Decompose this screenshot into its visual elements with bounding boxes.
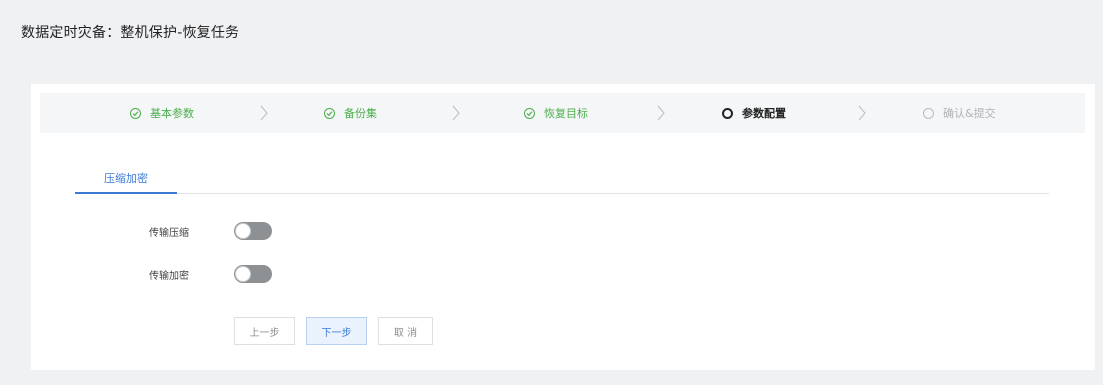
cancel-button[interactable]: 取 消 [378, 317, 433, 345]
circle-icon [722, 107, 733, 119]
step-backup-set[interactable]: 备份集 [324, 93, 377, 133]
circle-icon [923, 107, 934, 119]
next-step-button[interactable]: 下一步 [306, 317, 367, 345]
step-label: 基本参数 [150, 107, 194, 120]
transfer-compress-toggle[interactable] [234, 222, 272, 240]
step-bar: 基本参数 备份集 恢复目标 参数配置 确认&提交 [40, 93, 1085, 133]
chevron-right-icon [858, 105, 866, 121]
step-basic-params[interactable]: 基本参数 [130, 93, 194, 133]
toggle-knob [235, 223, 251, 239]
prev-step-button[interactable]: 上一步 [234, 317, 295, 345]
transfer-encrypt-label: 传输加密 [149, 271, 189, 282]
check-circle-icon [130, 107, 141, 119]
step-label: 备份集 [344, 107, 377, 120]
step-restore-target[interactable]: 恢复目标 [524, 93, 588, 133]
step-label: 恢复目标 [544, 107, 588, 120]
check-circle-icon [524, 107, 535, 119]
task-card: 基本参数 备份集 恢复目标 参数配置 确认&提交 压缩加密 传输压缩 传输加密 … [31, 84, 1095, 370]
step-param-config[interactable]: 参数配置 [722, 93, 786, 133]
tab-compress-encrypt[interactable]: 压缩加密 [75, 164, 177, 194]
check-circle-icon [324, 107, 335, 119]
step-confirm-submit[interactable]: 确认&提交 [923, 93, 996, 133]
tab-bar: 压缩加密 [75, 164, 1049, 194]
step-label: 参数配置 [742, 107, 786, 120]
chevron-right-icon [657, 105, 665, 121]
transfer-encrypt-toggle[interactable] [234, 265, 272, 283]
chevron-right-icon [452, 105, 460, 121]
step-label: 确认&提交 [943, 107, 996, 120]
page-title: 数据定时灾备：整机保护-恢复任务 [21, 25, 240, 41]
chevron-right-icon [260, 105, 268, 121]
transfer-compress-label: 传输压缩 [149, 228, 189, 239]
toggle-knob [235, 266, 251, 282]
